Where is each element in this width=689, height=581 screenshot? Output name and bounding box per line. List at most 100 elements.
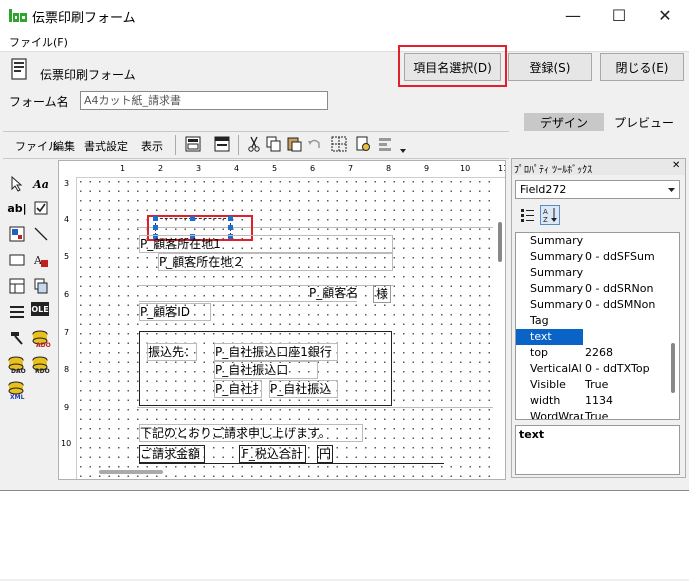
undo-icon[interactable] bbox=[306, 136, 322, 152]
copy-icon[interactable] bbox=[266, 136, 282, 152]
hammer-icon[interactable] bbox=[7, 328, 27, 348]
resize-handle[interactable] bbox=[228, 216, 233, 221]
properties-panel: ﾌﾟﾛﾊﾟﾃｨ ﾂｰﾙﾎﾞｯｸｽ ✕ Field272 AZ SummaryD S… bbox=[511, 158, 686, 478]
toolbar-format-menu[interactable]: 書式設定 bbox=[84, 138, 128, 154]
ruler-tick-label: 10 bbox=[61, 439, 72, 448]
image-tool-icon[interactable] bbox=[7, 224, 27, 244]
ole-tool-icon[interactable]: OLE bbox=[31, 302, 49, 316]
xml-tool-icon[interactable]: XML bbox=[7, 380, 27, 400]
property-grid[interactable]: SummaryDSummaryF0 - ddSFSumSummaryGSumma… bbox=[515, 232, 680, 420]
property-value[interactable]: 0 - ddTXTop bbox=[583, 361, 677, 377]
customer-name-field[interactable]: P_顧客名 bbox=[309, 285, 358, 301]
toolbar-view-menu[interactable]: 表示 bbox=[141, 138, 163, 154]
property-value[interactable] bbox=[583, 313, 677, 329]
bank-account4-field[interactable]: P_自社振込 bbox=[269, 380, 338, 398]
cut-icon[interactable] bbox=[246, 136, 262, 152]
property-value[interactable] bbox=[583, 329, 677, 345]
property-row[interactable]: Visible True bbox=[516, 377, 679, 393]
property-row[interactable]: SummaryD bbox=[516, 233, 679, 249]
billing-label[interactable]: ご請求金額 bbox=[139, 445, 206, 463]
property-scroll-thumb[interactable] bbox=[671, 343, 675, 393]
register-button[interactable]: 登録(S) bbox=[508, 53, 592, 81]
notice-label[interactable]: 下記のとおりご請求申し上げます。 bbox=[139, 424, 363, 442]
yen-label[interactable]: 円 bbox=[317, 445, 334, 463]
subreport-tool-icon[interactable] bbox=[7, 276, 27, 296]
property-value[interactable] bbox=[583, 233, 677, 249]
ruler-tick-label: 7 bbox=[64, 328, 70, 337]
design-canvas[interactable]: 1 2 3 4 5 6 7 8 9 10 11 3 4 5 6 7 8 9 10… bbox=[58, 160, 506, 480]
horizontal-scrollbar[interactable] bbox=[99, 470, 163, 474]
address1-field[interactable]: P_顧客所在地1 bbox=[139, 235, 393, 253]
property-value[interactable]: 2268 bbox=[583, 345, 677, 361]
page-settings-icon[interactable] bbox=[355, 136, 371, 152]
property-value[interactable]: True bbox=[583, 409, 677, 419]
property-row[interactable]: text bbox=[516, 329, 679, 345]
menu-file[interactable]: ファイル(F) bbox=[9, 34, 68, 50]
barcode-tool-icon[interactable] bbox=[7, 302, 27, 322]
property-name: Visible bbox=[530, 378, 566, 391]
ado-tool-icon[interactable]: ADO bbox=[31, 328, 51, 348]
checkbox-tool-icon[interactable] bbox=[31, 198, 51, 218]
pointer-icon[interactable] bbox=[7, 174, 27, 194]
line-tool-icon[interactable] bbox=[31, 224, 51, 244]
align-icon[interactable] bbox=[377, 136, 393, 152]
property-value[interactable]: 0 - ddSMNon bbox=[583, 297, 677, 313]
rdo-tool-icon[interactable]: RDO bbox=[31, 354, 51, 374]
form-name-input[interactable]: A4カット紙_請求書 bbox=[80, 91, 328, 110]
resize-handle[interactable] bbox=[153, 216, 158, 221]
label-tool-icon[interactable]: Aa bbox=[31, 174, 51, 194]
property-row[interactable]: SummaryF0 - ddSRNon bbox=[516, 281, 679, 297]
page-layout-icon[interactable] bbox=[185, 136, 201, 152]
select-all-icon[interactable] bbox=[331, 136, 347, 152]
property-row[interactable]: VerticalAl 0 - ddTXTop bbox=[516, 361, 679, 377]
alphabetical-icon[interactable]: AZ bbox=[540, 205, 560, 225]
window-icon[interactable] bbox=[214, 136, 230, 152]
font-tool-icon[interactable]: A bbox=[31, 250, 51, 270]
property-row[interactable]: SummaryG bbox=[516, 265, 679, 281]
bank-account1-field[interactable]: P_自社振込口座1銀行 bbox=[214, 343, 338, 361]
maximize-button[interactable]: ☐ bbox=[596, 0, 642, 31]
select-field-button[interactable]: 項目名選択(D) bbox=[404, 53, 501, 81]
tab-preview[interactable]: プレビュー bbox=[604, 113, 684, 131]
honorific-label[interactable]: 様 bbox=[373, 285, 392, 303]
property-value[interactable]: 0 - ddSFSum bbox=[583, 249, 677, 265]
resize-handle[interactable] bbox=[228, 225, 233, 230]
ruler-tick-label: 9 bbox=[64, 403, 70, 412]
property-row[interactable]: Tag bbox=[516, 313, 679, 329]
property-row[interactable]: width 1134 bbox=[516, 393, 679, 409]
minimize-button[interactable]: — bbox=[550, 0, 596, 31]
transfer-label[interactable]: 振込先： bbox=[147, 343, 198, 361]
dao-tool-icon[interactable]: DAO bbox=[7, 354, 27, 374]
tax-total-field[interactable]: F_税込合計 bbox=[239, 445, 306, 463]
rectangle-tool-icon[interactable] bbox=[7, 250, 27, 270]
close-icon[interactable]: ✕ bbox=[672, 160, 680, 171]
form-title: 伝票印刷フォーム bbox=[40, 68, 136, 82]
toolbar-edit-menu[interactable]: 編集 bbox=[53, 138, 75, 154]
chevron-down-icon[interactable] bbox=[399, 148, 407, 154]
vertical-scrollbar[interactable] bbox=[496, 176, 504, 466]
property-row[interactable]: top 2268 bbox=[516, 345, 679, 361]
address2-field[interactable]: P_顧客所在地２ bbox=[158, 253, 393, 271]
bank-account3-field[interactable]: P_自社扌 bbox=[214, 380, 262, 398]
property-row[interactable]: SummaryT0 - ddSMNon bbox=[516, 297, 679, 313]
property-row[interactable]: WordWrap True bbox=[516, 409, 679, 419]
customer-id-field[interactable]: P_顧客ID bbox=[139, 303, 211, 321]
page-break-tool-icon[interactable] bbox=[31, 276, 51, 296]
paste-icon[interactable] bbox=[286, 136, 302, 152]
property-value[interactable]: 0 - ddSRNon bbox=[583, 281, 677, 297]
close-button[interactable]: 閉じる(E) bbox=[600, 53, 684, 81]
resize-handle[interactable] bbox=[190, 216, 195, 221]
bank-account2-field[interactable]: P_自社振込口 bbox=[214, 361, 318, 379]
property-value[interactable] bbox=[583, 265, 677, 281]
textbox-tool-icon[interactable]: ab| bbox=[7, 198, 27, 218]
tab-design[interactable]: デザイン bbox=[524, 113, 604, 131]
close-window-button[interactable]: ✕ bbox=[642, 0, 688, 31]
resize-handle[interactable] bbox=[153, 225, 158, 230]
property-row[interactable]: SummaryF0 - ddSFSum bbox=[516, 249, 679, 265]
categorized-icon[interactable] bbox=[520, 207, 536, 223]
property-name: top bbox=[530, 346, 549, 359]
property-value[interactable]: 1134 bbox=[583, 393, 677, 409]
scroll-thumb[interactable] bbox=[498, 222, 502, 262]
property-value[interactable]: True bbox=[583, 377, 677, 393]
object-selector[interactable]: Field272 bbox=[515, 180, 680, 199]
